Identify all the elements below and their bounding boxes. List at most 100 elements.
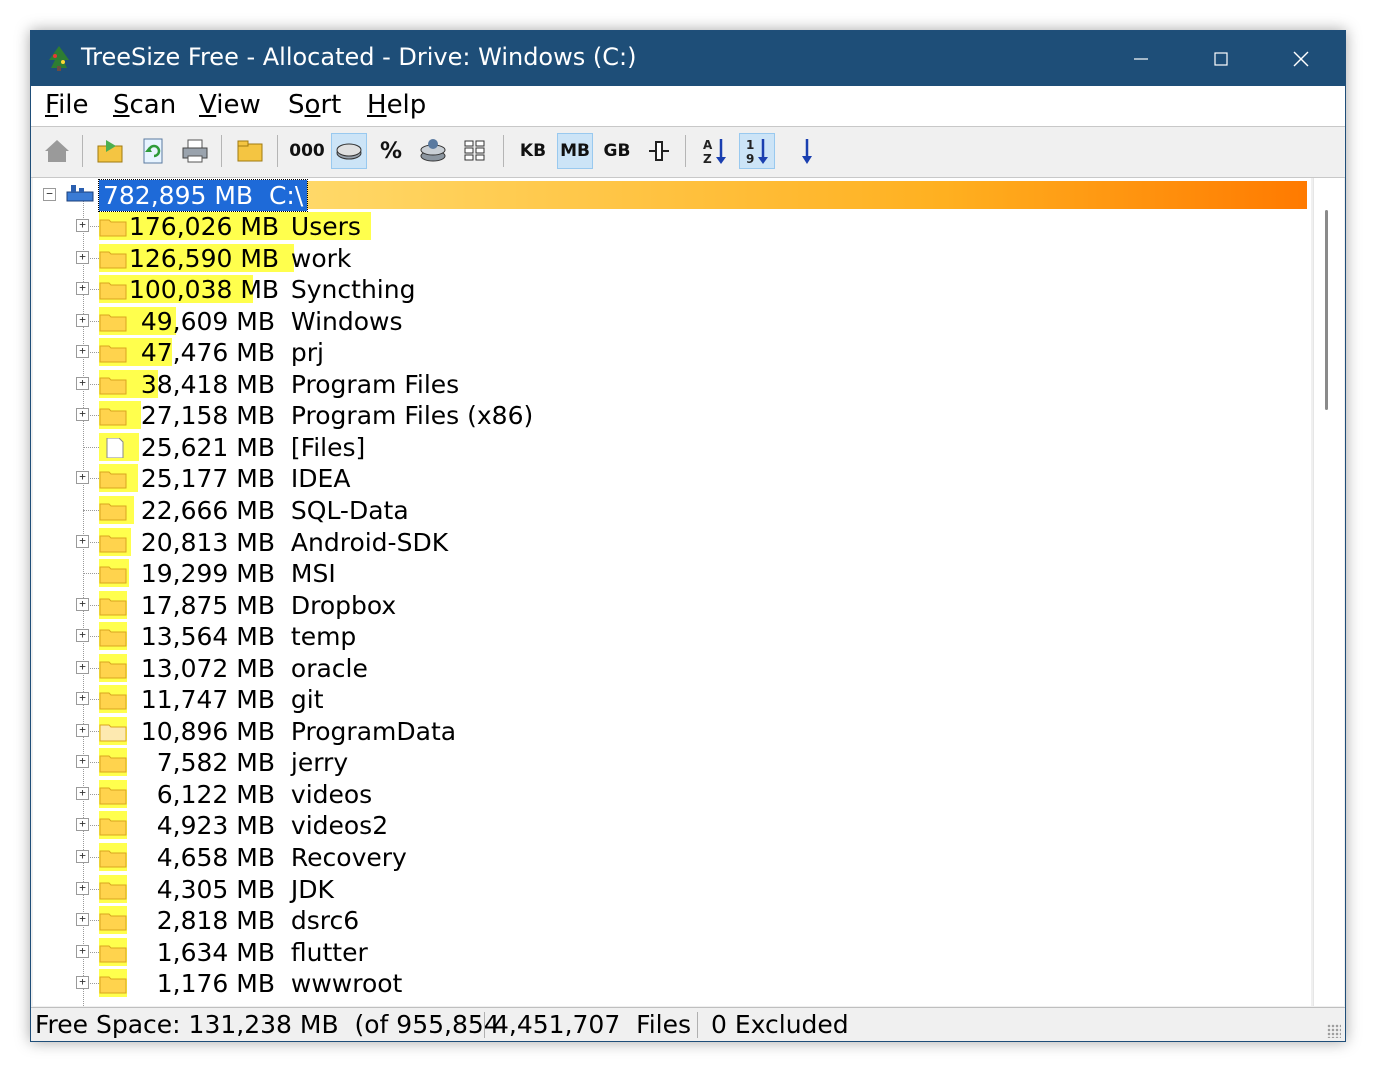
maximize-button[interactable] — [1181, 31, 1261, 86]
tree-row-label: 4,658 MB Recovery — [129, 842, 407, 873]
tree-row[interactable]: 19,299 MB MSI — [33, 558, 1311, 589]
resize-grip[interactable] — [1327, 1024, 1341, 1038]
expand-toggle[interactable]: + — [76, 944, 89, 958]
expand-toggle[interactable]: + — [76, 660, 89, 674]
tree-row[interactable]: +4,658 MB Recovery — [33, 842, 1311, 873]
menu-help[interactable]: Help — [367, 90, 426, 120]
folder-size: 11,747 MB — [140, 685, 275, 715]
folder-icon — [99, 408, 127, 426]
sort-descending-button[interactable] — [789, 133, 825, 169]
tree-row[interactable]: +10,896 MB ProgramData — [33, 716, 1311, 747]
menu-sort[interactable]: Sort — [288, 90, 341, 120]
scrollbar-thumb[interactable] — [1325, 210, 1328, 410]
thousands-separator-button[interactable]: 000 — [289, 133, 325, 169]
status-file-count: 4,451,707 Files — [493, 1010, 691, 1039]
folder-name: Windows — [275, 306, 403, 336]
expand-toggle[interactable]: + — [76, 250, 89, 264]
expand-toggle[interactable]: + — [76, 818, 89, 832]
menu-help-accel: H — [367, 90, 387, 120]
expand-toggle[interactable]: + — [76, 471, 89, 485]
auto-unit-button[interactable] — [641, 133, 677, 169]
vertical-scrollbar[interactable] — [1313, 178, 1344, 1006]
file-count-button[interactable] — [457, 133, 493, 169]
folder-name: videos2 — [275, 811, 389, 841]
expand-toggle[interactable]: + — [76, 313, 89, 327]
folder-tree[interactable]: −782,895 MB C:\ +176,026 MB Users +126,590… — [33, 178, 1311, 1006]
expand-toggle[interactable]: + — [76, 723, 89, 737]
percent-view-button[interactable]: % — [373, 133, 409, 169]
tree-row[interactable]: +25,177 MB IDEA — [33, 463, 1311, 494]
scan-folder-button[interactable] — [93, 133, 129, 169]
tree-row[interactable]: +17,875 MB Dropbox — [33, 590, 1311, 621]
tree-row[interactable]: +13,564 MB temp — [33, 621, 1311, 652]
expand-toggle[interactable]: + — [76, 881, 89, 895]
expand-toggle[interactable]: + — [76, 282, 89, 296]
tree-row[interactable]: +13,072 MB oracle — [33, 653, 1311, 684]
folder-size: 7,582 MB — [156, 748, 275, 778]
folder-icon — [99, 377, 127, 395]
tree-row[interactable]: +2,818 MB dsrc6 — [33, 905, 1311, 936]
refresh-button[interactable] — [135, 133, 171, 169]
tree-row[interactable]: +1,634 MB flutter — [33, 937, 1311, 968]
expand-toggle[interactable]: + — [76, 913, 89, 927]
tree-row[interactable]: +6,122 MB videos — [33, 779, 1311, 810]
tree-row[interactable]: +126,590 MB work — [33, 243, 1311, 274]
tree-row-label: 19,299 MB MSI — [129, 558, 336, 589]
size-view-button[interactable] — [331, 133, 367, 169]
tree-row[interactable]: 25,621 MB [Files] — [33, 432, 1311, 463]
print-button[interactable] — [177, 133, 213, 169]
expand-toggle[interactable]: + — [76, 408, 89, 422]
root-name: C:\ — [253, 181, 304, 210]
tree-row[interactable]: +27,158 MB Program Files (x86) — [33, 400, 1311, 431]
folder-name: Syncthing — [275, 275, 416, 305]
collapse-toggle[interactable]: − — [43, 188, 56, 201]
tree-row[interactable]: +20,813 MB Android-SDK — [33, 527, 1311, 558]
tree-row[interactable]: +4,923 MB videos2 — [33, 810, 1311, 841]
sort-by-size-button[interactable]: 19 — [739, 133, 775, 169]
menu-scan[interactable]: Scan — [113, 90, 176, 120]
auto-unit-icon — [649, 141, 669, 161]
folder-size: 100,038 MB — [129, 275, 280, 305]
expand-toggle[interactable]: + — [76, 786, 89, 800]
tree-row[interactable]: +11,747 MB git — [33, 684, 1311, 715]
minimize-button[interactable] — [1101, 31, 1181, 86]
tree-row[interactable]: 22,666 MB SQL-Data — [33, 495, 1311, 526]
tree-row-label: 4,923 MB videos2 — [129, 810, 388, 841]
unit-mb-button[interactable]: MB — [557, 133, 593, 169]
tree-row[interactable]: +38,418 MB Program Files — [33, 369, 1311, 400]
expand-toggle[interactable]: + — [76, 345, 89, 359]
menu-view[interactable]: View — [199, 90, 261, 120]
expand-toggle[interactable]: + — [76, 755, 89, 769]
title-bar[interactable]: TreeSize Free - Allocated - Drive: Windo… — [31, 31, 1345, 86]
tree-row[interactable]: +100,038 MB Syncthing — [33, 274, 1311, 305]
expand-toggle[interactable]: + — [76, 629, 89, 643]
expand-toggle[interactable]: + — [76, 692, 89, 706]
open-folder-button[interactable] — [233, 133, 269, 169]
folder-size: 13,564 MB — [140, 622, 275, 652]
home-button[interactable] — [39, 133, 75, 169]
unit-gb-button[interactable]: GB — [599, 133, 635, 169]
expand-toggle[interactable]: + — [76, 597, 89, 611]
allocated-space-button[interactable] — [415, 133, 451, 169]
folder-size: 27,158 MB — [140, 401, 275, 431]
tree-row[interactable]: +176,026 MB Users — [33, 211, 1311, 242]
tree-root-row[interactable]: − 782,895 MB C:\ — [33, 179, 1311, 212]
tree-row[interactable]: +7,582 MB jerry — [33, 747, 1311, 778]
tree-row[interactable]: +4,305 MB JDK — [33, 874, 1311, 905]
tree-row[interactable]: +49,609 MB Windows — [33, 306, 1311, 337]
folder-name: ProgramData — [275, 716, 457, 746]
expand-toggle[interactable]: + — [76, 376, 89, 390]
tree-row-label: 6,122 MB videos — [129, 779, 372, 810]
toolbar-separator — [503, 135, 504, 167]
expand-toggle[interactable]: + — [76, 976, 89, 990]
sort-by-name-button[interactable]: AZ — [697, 133, 733, 169]
menu-view-accel: V — [199, 90, 217, 120]
expand-toggle[interactable]: + — [76, 850, 89, 863]
unit-kb-button[interactable]: KB — [515, 133, 551, 169]
tree-row[interactable]: +47,476 MB prj — [33, 337, 1311, 368]
expand-toggle[interactable]: + — [76, 534, 89, 548]
tree-row[interactable]: +1,176 MB wwwroot — [33, 968, 1311, 999]
expand-toggle[interactable]: + — [76, 219, 89, 232]
close-button[interactable] — [1261, 31, 1341, 86]
menu-file[interactable]: File — [45, 90, 89, 120]
